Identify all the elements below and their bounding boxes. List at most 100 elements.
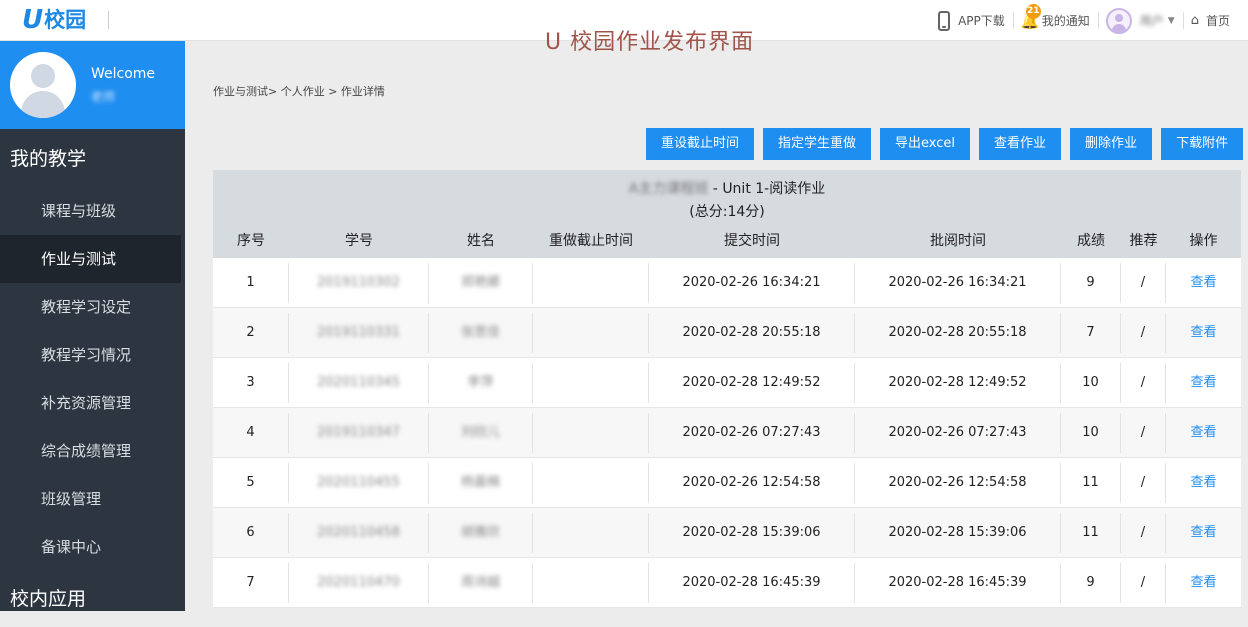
student-name-text: 杨嘉楠 <box>460 474 500 490</box>
cell-review-time: 2020-02-28 15:39:06 <box>855 512 1061 553</box>
student-id-text: 2020110455 <box>317 474 400 490</box>
view-link[interactable]: 查看 <box>1166 313 1241 353</box>
view-link[interactable]: 查看 <box>1166 463 1241 503</box>
table-row: 5 2020110455 杨嘉楠 2020-02-26 12:54:58 202… <box>213 458 1241 508</box>
homework-title: A主力课程班 - Unit 1-阅读作业 <box>213 178 1241 198</box>
cell-redo-deadline <box>533 562 649 603</box>
download-attachment-button[interactable]: 下载附件 <box>1161 128 1244 160</box>
divider <box>108 11 109 29</box>
sidebar-item-tutorial-progress[interactable]: 教程学习情况 <box>0 331 185 379</box>
sidebar: Welcome 老师 我的教学 课程与班级 作业与测试 教程学习设定 教程学习情… <box>0 41 185 611</box>
logo[interactable]: U 校园 <box>22 6 86 34</box>
cell-student-id: 2019110347 <box>289 412 429 453</box>
col-header-submit-time: 提交时间 <box>724 233 780 249</box>
top-right-menu: APP下载 🔔 21 我的通知 用户 ▼ ⌂ 首页 <box>930 0 1238 41</box>
student-id-text: 2019110302 <box>317 274 400 290</box>
cell-no: 1 <box>213 262 289 303</box>
cell-submit-time: 2020-02-26 07:27:43 <box>649 412 855 453</box>
table-row: 6 2020110458 胡雅欣 2020-02-28 15:39:06 202… <box>213 508 1241 558</box>
view-link[interactable]: 查看 <box>1166 513 1241 553</box>
cell-redo-deadline <box>533 512 649 553</box>
cell-student-id: 2019110302 <box>289 262 429 303</box>
student-name-text: 郑艳娜 <box>460 274 500 290</box>
sidebar-item-class-management[interactable]: 班级管理 <box>0 475 185 523</box>
table-row: 2 2019110331 张思佳 2020-02-28 20:55:18 202… <box>213 308 1241 358</box>
breadcrumb[interactable]: 作业与测试> 个人作业 > 作业详情 <box>213 83 385 99</box>
cell-redo-deadline <box>533 262 649 303</box>
column-headers: 序号 学号 姓名 重做截止时间 提交时间 批阅时间 成绩 推荐 操作 <box>213 230 1241 250</box>
cell-recommend: / <box>1121 512 1166 553</box>
cell-recommend: / <box>1121 412 1166 453</box>
app-download-label: APP下载 <box>958 14 1005 28</box>
col-header-redo-deadline: 重做截止时间 <box>549 233 633 249</box>
notifications-label: 我的通知 <box>1041 14 1090 28</box>
notifications-link[interactable]: 🔔 21 我的通知 <box>1012 0 1098 41</box>
chevron-down-icon: ▼ <box>1167 15 1175 26</box>
view-link[interactable]: 查看 <box>1166 363 1241 403</box>
cell-no: 7 <box>213 562 289 603</box>
cell-recommend: / <box>1121 362 1166 403</box>
cell-review-time: 2020-02-26 16:34:21 <box>855 262 1061 303</box>
user-menu[interactable]: 用户 ▼ <box>1097 0 1183 41</box>
logo-text: 校园 <box>44 8 87 32</box>
home-link[interactable]: ⌂ 首页 <box>1182 0 1238 41</box>
cell-recommend: / <box>1121 262 1166 303</box>
avatar <box>1105 7 1132 34</box>
cell-name: 李萍 <box>429 362 533 403</box>
toolbar: 重设截止时间 指定学生重做 导出excel 查看作业 删除作业 下载附件 <box>646 128 1244 160</box>
cell-submit-time: 2020-02-28 12:49:52 <box>649 362 855 403</box>
view-link[interactable]: 查看 <box>1166 263 1241 303</box>
section-campus-apps[interactable]: 校内应用 <box>0 571 185 621</box>
cell-submit-time: 2020-02-26 16:34:21 <box>649 262 855 303</box>
assign-redo-button[interactable]: 指定学生重做 <box>763 128 872 160</box>
cell-score: 9 <box>1061 562 1121 603</box>
home-label: 首页 <box>1205 14 1230 28</box>
cell-recommend: / <box>1121 312 1166 353</box>
sidebar-item-lesson-prep[interactable]: 备课中心 <box>0 523 185 571</box>
student-id-text: 2019110331 <box>317 324 400 340</box>
table-header: A主力课程班 - Unit 1-阅读作业 (总分:14分) 序号 学号 姓名 重… <box>213 170 1241 258</box>
cell-name: 杨嘉楠 <box>429 462 533 503</box>
title-separator: - <box>712 181 718 197</box>
cell-name: 胡雅欣 <box>429 512 533 553</box>
view-link[interactable]: 查看 <box>1166 413 1241 453</box>
homework-total-score: (总分:14分) <box>689 204 765 220</box>
cell-score: 9 <box>1061 262 1121 303</box>
col-header-name: 姓名 <box>467 233 495 249</box>
sidebar-item-resources[interactable]: 补充资源管理 <box>0 379 185 427</box>
sidebar-item-tutorial-settings[interactable]: 教程学习设定 <box>0 283 185 331</box>
view-link[interactable]: 查看 <box>1166 563 1241 603</box>
cell-score: 11 <box>1061 462 1121 503</box>
reset-deadline-button[interactable]: 重设截止时间 <box>646 128 755 160</box>
avatar[interactable] <box>10 52 76 118</box>
cell-name: 张思佳 <box>429 312 533 353</box>
student-id-text: 2020110470 <box>317 574 400 590</box>
cell-review-time: 2020-02-28 16:45:39 <box>855 562 1061 603</box>
cell-submit-time: 2020-02-28 20:55:18 <box>649 312 855 353</box>
home-icon: ⌂ <box>1190 13 1199 28</box>
sidebar-item-grades[interactable]: 综合成绩管理 <box>0 427 185 475</box>
sidebar-item-homework[interactable]: 作业与测试 <box>0 235 181 283</box>
phone-icon <box>938 10 951 31</box>
cell-no: 2 <box>213 312 289 353</box>
cell-review-time: 2020-02-28 20:55:18 <box>855 312 1061 353</box>
section-my-teaching[interactable]: 我的教学 <box>0 129 185 187</box>
delete-homework-button[interactable]: 删除作业 <box>1070 128 1153 160</box>
student-id-text: 2020110345 <box>317 374 400 390</box>
table-row: 7 2020110470 周诗越 2020-02-28 16:45:39 202… <box>213 558 1241 608</box>
cell-student-id: 2020110455 <box>289 462 429 503</box>
cell-name: 周诗越 <box>429 562 533 603</box>
cell-redo-deadline <box>533 412 649 453</box>
export-excel-button[interactable]: 导出excel <box>880 128 971 160</box>
cell-score: 10 <box>1061 412 1121 453</box>
cell-redo-deadline <box>533 362 649 403</box>
sidebar-item-courses[interactable]: 课程与班级 <box>0 187 185 235</box>
student-id-text: 2020110458 <box>317 524 400 540</box>
cell-student-id: 2020110458 <box>289 512 429 553</box>
student-name-text: 刘欣儿 <box>460 424 500 440</box>
app-download-link[interactable]: APP下载 <box>930 0 1013 41</box>
col-header-action: 操作 <box>1189 233 1218 249</box>
cell-recommend: / <box>1121 462 1166 503</box>
view-homework-button[interactable]: 查看作业 <box>979 128 1062 160</box>
welcome-card: Welcome 老师 <box>0 41 185 129</box>
